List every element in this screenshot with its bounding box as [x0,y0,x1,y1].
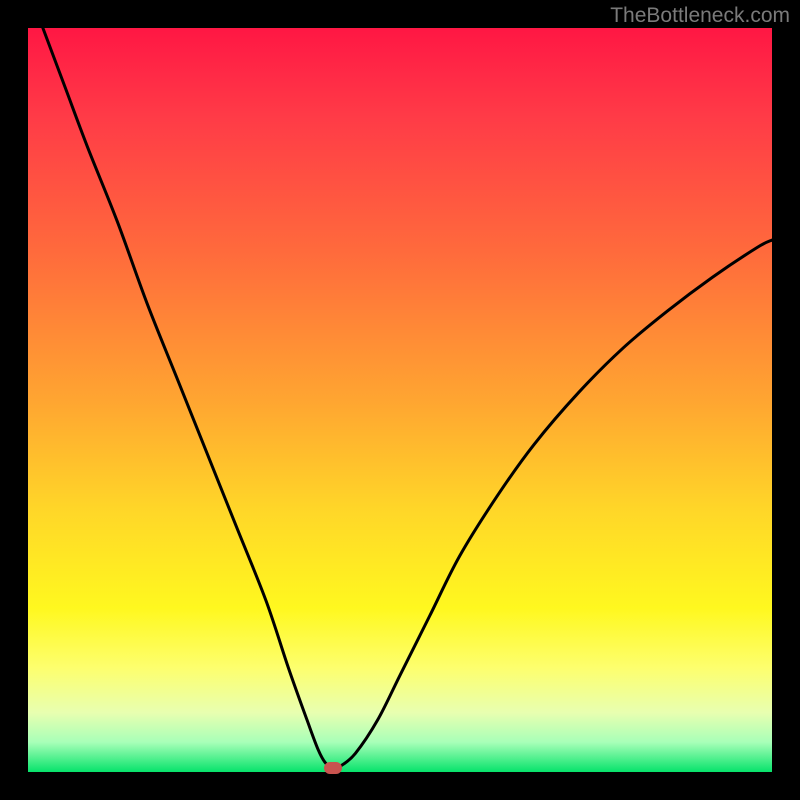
watermark-text: TheBottleneck.com [610,4,790,28]
bottleneck-curve [43,28,772,768]
plot-area [28,28,772,772]
curve-svg [28,28,772,772]
chart-frame: TheBottleneck.com [0,0,800,800]
minimum-marker [324,762,342,774]
